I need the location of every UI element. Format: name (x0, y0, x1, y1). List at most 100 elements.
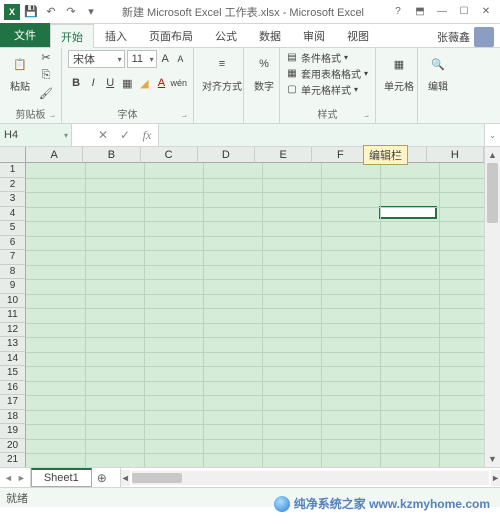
row-header[interactable]: 4 (0, 207, 26, 222)
column-header[interactable]: H (427, 147, 484, 163)
select-all-corner[interactable] (0, 147, 26, 163)
row-header[interactable]: 7 (0, 250, 26, 265)
fill-color-icon[interactable]: ◢ (136, 74, 152, 92)
hscroll-thumb[interactable] (132, 473, 182, 483)
tab-review[interactable]: 审阅 (292, 23, 336, 47)
undo-icon[interactable]: ↶ (44, 5, 58, 19)
file-tab[interactable]: 文件 (0, 23, 50, 47)
cancel-formula-icon[interactable]: ✕ (92, 124, 114, 146)
tab-data[interactable]: 数据 (248, 23, 292, 47)
tab-page-layout[interactable]: 页面布局 (138, 23, 204, 47)
row-header[interactable]: 2 (0, 178, 26, 193)
copy-icon[interactable]: ⎘ (38, 68, 54, 82)
sheet-tab-active[interactable]: Sheet1 (31, 468, 92, 487)
bold-button[interactable]: B (68, 74, 84, 92)
row-header[interactable]: 19 (0, 424, 26, 439)
name-box[interactable]: H4 (0, 124, 72, 146)
sheet-bar: ◄ ► Sheet1 ⊕ ◄ ► (0, 467, 500, 487)
cell-styles-button[interactable]: ▢ 单元格样式 ▾ (286, 82, 368, 97)
ribbon: 📋 粘贴 ✂ ⎘ 🖌 剪贴板 宋体 11 A A B I U ▦ (0, 48, 500, 124)
grid-main[interactable]: ABCDEFGH 1234567891011121314151617181920… (0, 147, 484, 467)
formula-input[interactable] (158, 124, 484, 146)
row-header[interactable]: 3 (0, 192, 26, 207)
sheet-next-icon[interactable]: ► (17, 473, 26, 483)
qat-customize-icon[interactable]: ▾ (84, 5, 98, 19)
column-header[interactable]: D (198, 147, 255, 163)
minimize-button[interactable]: — (432, 3, 452, 21)
number-button[interactable]: % 数字 (250, 50, 278, 95)
cut-icon[interactable]: ✂ (38, 50, 54, 64)
row-header[interactable]: 8 (0, 265, 26, 280)
redo-icon[interactable]: ↷ (64, 5, 78, 19)
column-header[interactable]: B (83, 147, 140, 163)
insert-function-icon[interactable]: fx (136, 124, 158, 146)
editing-label: 编辑 (428, 78, 448, 93)
vscroll-thumb[interactable] (487, 163, 498, 223)
sheet-prev-icon[interactable]: ◄ (4, 473, 13, 483)
tab-home[interactable]: 开始 (50, 24, 94, 48)
tab-formulas[interactable]: 公式 (204, 23, 248, 47)
watermark-text: 纯净系统之家 www.kzmyhome.com (294, 495, 490, 512)
add-sheet-button[interactable]: ⊕ (92, 468, 112, 487)
format-painter-icon[interactable]: 🖌 (38, 86, 54, 100)
user-area[interactable]: 张薇鑫 (437, 27, 500, 47)
row-header[interactable]: 20 (0, 439, 26, 454)
font-color-icon[interactable]: A (153, 74, 169, 92)
row-header[interactable]: 5 (0, 221, 26, 236)
row-header[interactable]: 15 (0, 366, 26, 381)
table-format-button[interactable]: ▦ 套用表格格式 ▾ (286, 66, 368, 81)
horizontal-scrollbar[interactable]: ◄ ► (120, 468, 500, 487)
vscroll-track[interactable] (485, 163, 500, 451)
watermark: 纯净系统之家 www.kzmyhome.com (274, 495, 490, 512)
row-header[interactable]: 17 (0, 395, 26, 410)
enter-formula-icon[interactable]: ✓ (114, 124, 136, 146)
column-header[interactable]: E (255, 147, 312, 163)
font-size-select[interactable]: 11 (127, 50, 157, 68)
scroll-up-icon[interactable]: ▲ (485, 147, 500, 163)
editing-button[interactable]: 🔍 编辑 (424, 50, 452, 95)
tab-view[interactable]: 视图 (336, 23, 380, 47)
help-button[interactable]: ? (388, 3, 408, 21)
italic-button[interactable]: I (85, 74, 101, 92)
column-header[interactable]: A (26, 147, 83, 163)
vertical-scrollbar[interactable]: ▲ ▼ (484, 147, 500, 467)
table-format-label: 套用表格格式 (301, 66, 361, 81)
paste-button[interactable]: 📋 粘贴 (6, 50, 34, 95)
border-icon[interactable]: ▦ (119, 74, 135, 92)
row-header[interactable]: 14 (0, 352, 26, 367)
font-name-select[interactable]: 宋体 (68, 50, 125, 68)
row-header[interactable]: 6 (0, 236, 26, 251)
row-header[interactable]: 1 (0, 163, 26, 178)
alignment-button[interactable]: ≡ 对齐方式 (200, 50, 244, 95)
tab-insert[interactable]: 插入 (94, 23, 138, 47)
hscroll-track[interactable] (132, 471, 489, 485)
increase-font-icon[interactable]: A (159, 50, 172, 68)
row-header[interactable]: 16 (0, 381, 26, 396)
maximize-button[interactable]: ☐ (454, 3, 474, 21)
cells-canvas[interactable] (26, 163, 484, 467)
row-header[interactable]: 11 (0, 308, 26, 323)
save-icon[interactable]: 💾 (24, 5, 38, 19)
underline-button[interactable]: U (102, 74, 118, 92)
row-header[interactable]: 13 (0, 337, 26, 352)
row-header[interactable]: 18 (0, 410, 26, 425)
sheet-tabs: Sheet1 (31, 468, 92, 487)
row-header[interactable]: 9 (0, 279, 26, 294)
column-header[interactable]: C (141, 147, 198, 163)
cell-styles-label: 单元格样式 (301, 82, 351, 97)
expand-formula-bar-icon[interactable]: ⌄ (484, 124, 500, 146)
close-button[interactable]: ✕ (476, 3, 496, 21)
conditional-format-button[interactable]: ▤ 条件格式 ▾ (286, 50, 368, 65)
cells-button[interactable]: ▦ 单元格 (382, 50, 416, 95)
title-bar: X 💾 ↶ ↷ ▾ 新建 Microsoft Excel 工作表.xlsx - … (0, 0, 500, 24)
scroll-down-icon[interactable]: ▼ (485, 451, 500, 467)
decrease-font-icon[interactable]: A (174, 50, 187, 68)
row-header[interactable]: 10 (0, 294, 26, 309)
column-header[interactable]: F (312, 147, 369, 163)
ribbon-options-button[interactable]: ⬒ (410, 3, 430, 21)
scroll-right-icon[interactable]: ► (491, 470, 500, 486)
scroll-left-icon[interactable]: ◄ (121, 470, 130, 486)
phonetic-icon[interactable]: wén (170, 74, 187, 92)
row-header[interactable]: 12 (0, 323, 26, 338)
row-header[interactable]: 21 (0, 453, 26, 467)
